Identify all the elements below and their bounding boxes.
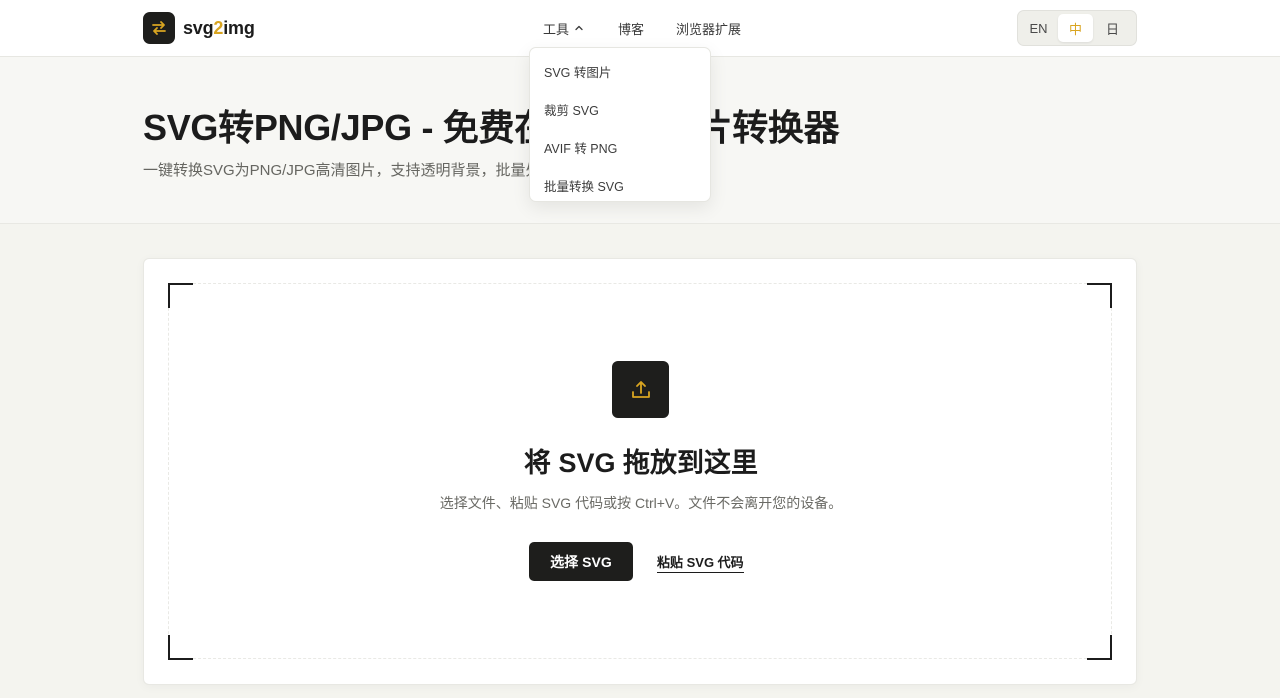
language-switcher: EN 中 日 [1017,10,1137,46]
menu-item-svg-to-image[interactable]: SVG 转图片 [530,52,710,90]
drop-zone-title: 将 SVG 拖放到这里 [523,448,759,478]
converter-card: 将 SVG 拖放到这里 选择文件、粘贴 SVG 代码或按 Ctrl+V。文件不会… [143,258,1137,685]
page-subtitle: 一键转换SVG为PNG/JPG高清图片，支持透明背景，批量处理 [143,162,556,179]
paste-svg-code-button[interactable]: 粘贴 SVG 代码 [657,552,744,573]
upload-icon [612,361,669,418]
nav-tools[interactable]: 工具 [543,19,584,38]
lang-en[interactable]: EN [1021,14,1056,42]
corner-bracket [1087,635,1112,660]
tools-dropdown-menu: SVG 转图片 裁剪 SVG AVIF 转 PNG 批量转换 SVG [529,47,711,202]
choose-svg-button[interactable]: 选择 SVG [529,542,633,581]
lang-zh[interactable]: 中 [1058,14,1093,42]
page-title: SVG转PNG/JPG - 免费在线SVG图片转换器 [143,107,840,148]
corner-bracket [1087,283,1112,308]
nav-tools-label: 工具 [543,21,570,37]
nav-blog[interactable]: 博客 [618,19,644,38]
menu-item-avif-to-png[interactable]: AVIF 转 PNG [530,128,710,166]
chevron-up-icon [574,23,584,33]
brand-name: svg2img [183,17,255,38]
lang-ja[interactable]: 日 [1095,14,1130,42]
swap-arrows-icon [143,12,175,44]
menu-item-crop-svg[interactable]: 裁剪 SVG [530,90,710,128]
corner-bracket [168,635,193,660]
corner-bracket [168,283,193,308]
drop-zone-description: 选择文件、粘贴 SVG 代码或按 Ctrl+V。文件不会离开您的设备。 [439,495,843,511]
nav-browser-extension[interactable]: 浏览器扩展 [676,19,741,38]
menu-item-batch-convert[interactable]: 批量转换 SVG [530,166,710,204]
logo[interactable]: svg2img [143,12,255,44]
